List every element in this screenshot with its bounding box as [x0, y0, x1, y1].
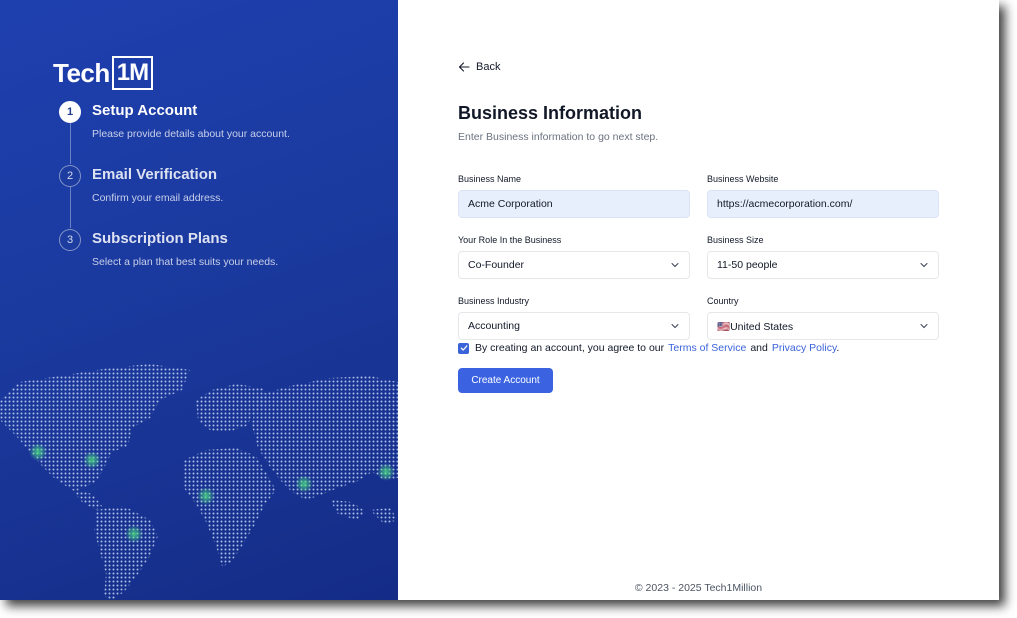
- step-connector: [69, 123, 71, 164]
- page-title: Business Information: [458, 103, 643, 123]
- chevron-down-icon: [920, 324, 928, 329]
- brand-box: 1M: [111, 56, 154, 90]
- step-number: 3: [59, 229, 81, 251]
- business-form: Business Name Acme Corporation Business …: [458, 174, 939, 357]
- step-title: Email Verification: [92, 166, 218, 183]
- world-map-illustration: [0, 364, 398, 600]
- role-value: Co-Founder: [468, 259, 525, 271]
- size-value: 11-50 people: [717, 259, 778, 271]
- business-name-field: Business Name Acme Corporation: [458, 174, 690, 218]
- page-subtitle: Enter Business information to go next st…: [458, 131, 659, 143]
- role-select[interactable]: Co-Founder: [458, 251, 690, 279]
- business-website-field: Business Website https://acmecorporation…: [707, 174, 939, 218]
- step-list: 1 Setup Account Please provide details a…: [59, 100, 379, 292]
- size-select[interactable]: 11-50 people: [707, 251, 939, 279]
- terms-of-service-link[interactable]: Terms of Service: [668, 342, 746, 354]
- chevron-down-icon: [671, 324, 679, 329]
- create-account-button[interactable]: Create Account: [458, 368, 553, 393]
- brand-text: Tech: [53, 57, 110, 88]
- onboarding-sidebar: Tech 1M 1 Setup Account Please provide d…: [0, 0, 398, 600]
- step-number: 1: [59, 101, 81, 123]
- chevron-down-icon: [671, 263, 679, 268]
- business-name-input[interactable]: Acme Corporation: [458, 190, 690, 218]
- role-field: Your Role In the Business Co-Founder: [458, 235, 690, 279]
- step-number: 2: [59, 165, 81, 187]
- app-window: Tech 1M 1 Setup Account Please provide d…: [0, 0, 999, 600]
- industry-select[interactable]: Accounting: [458, 312, 690, 340]
- back-link[interactable]: Back: [458, 61, 500, 73]
- business-form-panel: Back Business Information Enter Business…: [398, 0, 999, 600]
- step-connector: [69, 187, 71, 228]
- arrow-left-icon: [458, 62, 470, 72]
- business-name-label: Business Name: [458, 174, 522, 184]
- country-select[interactable]: 🇺🇸United States: [707, 312, 939, 340]
- step-title: Setup Account: [92, 102, 198, 119]
- step-email-verification: 2 Email Verification Confirm your email …: [59, 164, 379, 228]
- footer-copyright: © 2023 - 2025 Tech1Million: [634, 582, 763, 594]
- industry-value: Accounting: [468, 320, 520, 332]
- step-subscription-plans: 3 Subscription Plans Select a plan that …: [59, 228, 379, 292]
- terms-suffix: .: [836, 342, 840, 354]
- terms-prefix: By creating an account, you agree to our: [475, 342, 665, 354]
- step-description: Please provide details about your accoun…: [92, 128, 290, 140]
- country-field: Country 🇺🇸United States: [707, 296, 939, 340]
- role-label: Your Role In the Business: [458, 235, 562, 245]
- size-field: Business Size 11-50 people: [707, 235, 939, 279]
- back-label: Back: [476, 61, 501, 73]
- privacy-policy-link[interactable]: Privacy Policy: [772, 342, 837, 354]
- terms-checkbox[interactable]: [458, 342, 469, 354]
- country-value: 🇺🇸United States: [717, 320, 794, 333]
- checkmark-icon: [460, 345, 467, 351]
- terms-and: and: [750, 342, 768, 354]
- business-website-label: Business Website: [707, 174, 779, 184]
- brand-logo: Tech 1M: [53, 56, 154, 90]
- industry-field: Business Industry Accounting: [458, 296, 690, 340]
- terms-agreement: By creating an account, you agree to our…: [458, 342, 839, 354]
- step-title: Subscription Plans: [92, 230, 228, 247]
- step-description: Confirm your email address.: [92, 192, 224, 204]
- step-description: Select a plan that best suits your needs…: [92, 256, 279, 268]
- country-label: Country: [707, 296, 739, 306]
- industry-label: Business Industry: [458, 296, 530, 306]
- business-website-input[interactable]: https://acmecorporation.com/: [707, 190, 939, 218]
- chevron-down-icon: [920, 263, 928, 268]
- step-setup-account: 1 Setup Account Please provide details a…: [59, 100, 379, 164]
- size-label: Business Size: [707, 235, 764, 245]
